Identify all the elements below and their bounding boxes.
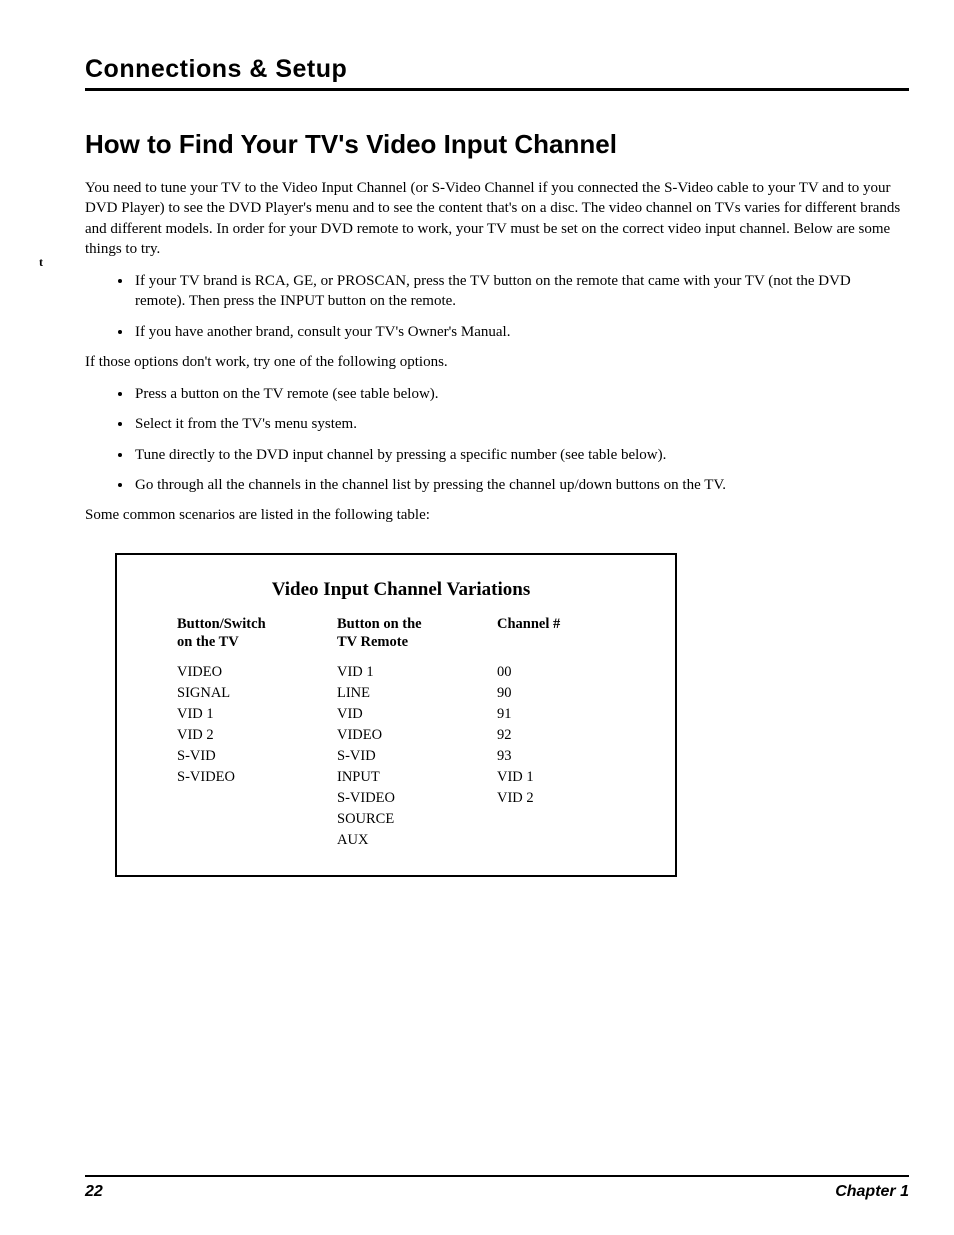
list-item: If your TV brand is RCA, GE, or PROSCAN,… <box>133 271 909 312</box>
table-col3-values: 00 90 91 92 93 VID 1 VID 2 <box>497 662 617 851</box>
page-footer: 22 Chapter 1 <box>85 1175 909 1201</box>
mid-paragraph: If those options don't work, try one of … <box>85 352 909 372</box>
list-item: Press a button on the TV remote (see tab… <box>133 384 909 404</box>
table-header-col2: Button on theTV Remote <box>337 615 497 661</box>
outro-paragraph: Some common scenarios are listed in the … <box>85 505 909 525</box>
table-col2-values: VID 1 LINE VID VIDEO S-VID INPUT S-VIDEO… <box>337 662 497 851</box>
stray-mark: t <box>39 255 43 270</box>
chapter-header: Connections & Setup <box>85 55 909 91</box>
list-item: Select it from the TV's menu system. <box>133 414 909 434</box>
table-title: Video Input Channel Variations <box>177 579 625 601</box>
page-number: 22 <box>85 1183 103 1201</box>
list-item: Go through all the channels in the chann… <box>133 475 909 495</box>
table-col1-values: VIDEO SIGNAL VID 1 VID 2 S-VID S-VIDEO <box>177 662 337 851</box>
list-item: If you have another brand, consult your … <box>133 322 909 342</box>
bullet-list-1: If your TV brand is RCA, GE, or PROSCAN,… <box>85 271 909 342</box>
chapter-label: Chapter 1 <box>835 1183 909 1201</box>
table-header-col1: Button/Switchon the TV <box>177 615 337 661</box>
intro-paragraph: You need to tune your TV to the Video In… <box>85 178 909 259</box>
bullet-list-2: Press a button on the TV remote (see tab… <box>85 384 909 495</box>
variations-table: Video Input Channel Variations Button/Sw… <box>115 553 677 876</box>
list-item: Tune directly to the DVD input channel b… <box>133 445 909 465</box>
table-header-col3: Channel # <box>497 615 617 661</box>
section-heading: How to Find Your TV's Video Input Channe… <box>85 129 909 160</box>
